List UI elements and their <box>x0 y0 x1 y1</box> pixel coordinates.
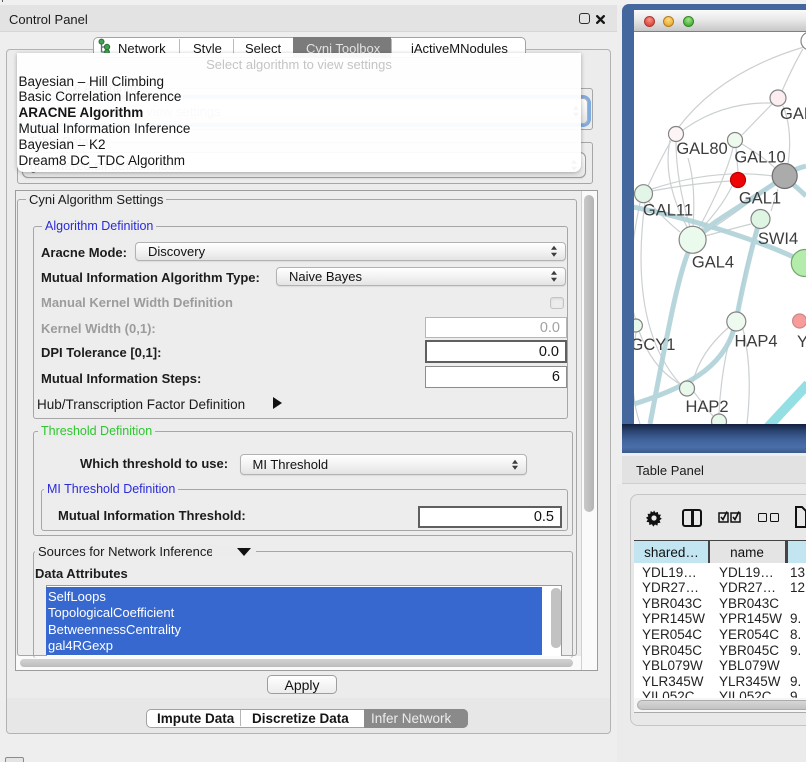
svg-text:GAL10: GAL10 <box>734 149 785 167</box>
svg-text:GAL11: GAL11 <box>643 202 693 220</box>
svg-text:HAP4: HAP4 <box>734 333 777 351</box>
svg-text:GAL1: GAL1 <box>739 190 781 208</box>
svg-text:HAP2: HAP2 <box>685 398 728 416</box>
svg-text:GAL4: GAL4 <box>692 254 734 272</box>
svg-text:GCY1: GCY1 <box>634 336 675 354</box>
svg-text:YEL: YEL <box>797 333 806 351</box>
svg-text:SWI4: SWI4 <box>758 230 798 248</box>
svg-text:GAL80: GAL80 <box>676 140 727 158</box>
svg-text:GAL7: GAL7 <box>780 105 806 123</box>
